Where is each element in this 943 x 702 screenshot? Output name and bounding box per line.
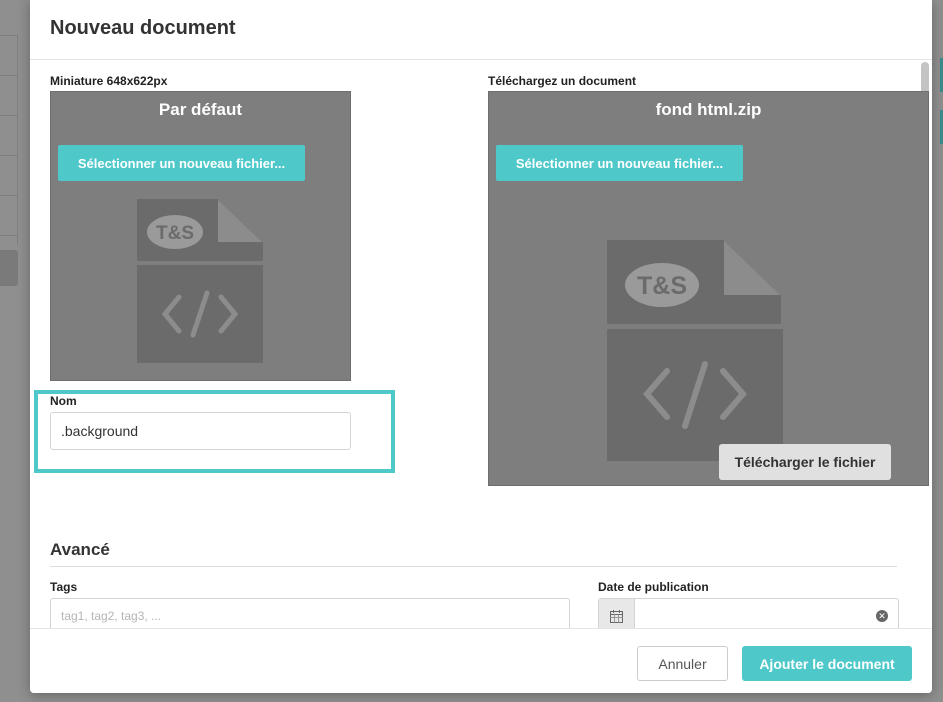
name-input-value: .background bbox=[61, 423, 139, 439]
thumbnail-label: Miniature 648x622px bbox=[50, 74, 168, 88]
publication-date-label: Date de publication bbox=[598, 580, 709, 594]
file-icon-badge: T&S bbox=[637, 272, 687, 300]
new-document-modal: Nouveau document Miniature 648x622px Par… bbox=[30, 0, 932, 693]
modal-footer: Annuler Ajouter le document bbox=[30, 628, 932, 693]
thumbnail-preview: Par défaut Sélectionner un nouveau fichi… bbox=[50, 91, 351, 381]
html-file-icon: T&S bbox=[137, 199, 263, 363]
name-label: Nom bbox=[50, 394, 77, 408]
cancel-button[interactable]: Annuler bbox=[637, 646, 728, 681]
modal-title: Nouveau document bbox=[30, 0, 932, 60]
tags-input[interactable]: tag1, tag2, tag3, ... bbox=[50, 598, 570, 628]
calendar-icon[interactable] bbox=[599, 599, 635, 628]
upload-preview: fond html.zip Sélectionner un nouveau fi… bbox=[488, 91, 929, 486]
background-button bbox=[0, 250, 18, 286]
tags-placeholder: tag1, tag2, tag3, ... bbox=[61, 609, 162, 623]
publication-date-input[interactable]: ✕ bbox=[598, 598, 899, 628]
background-sidebar bbox=[0, 35, 18, 245]
upload-label: Téléchargez un document bbox=[488, 74, 637, 88]
thumbnail-select-file-button[interactable]: Sélectionner un nouveau fichier... bbox=[58, 145, 305, 181]
add-document-button[interactable]: Ajouter le document bbox=[742, 646, 912, 681]
thumbnail-title: Par défaut bbox=[158, 100, 243, 119]
file-icon-badge: T&S bbox=[156, 223, 194, 244]
name-input[interactable]: .background bbox=[50, 412, 351, 450]
tags-label: Tags bbox=[50, 580, 78, 594]
html-file-icon: T&S bbox=[607, 240, 783, 461]
modal-body: Miniature 648x622px Par défaut Sélection… bbox=[30, 60, 932, 628]
upload-select-file-button[interactable]: Sélectionner un nouveau fichier... bbox=[496, 145, 743, 181]
advanced-section-title: Avancé bbox=[50, 540, 110, 559]
download-file-button[interactable]: Télécharger le fichier bbox=[719, 444, 891, 480]
upload-file-name: fond html.zip bbox=[655, 100, 762, 119]
clear-date-icon[interactable]: ✕ bbox=[876, 610, 888, 622]
section-divider bbox=[50, 566, 897, 567]
